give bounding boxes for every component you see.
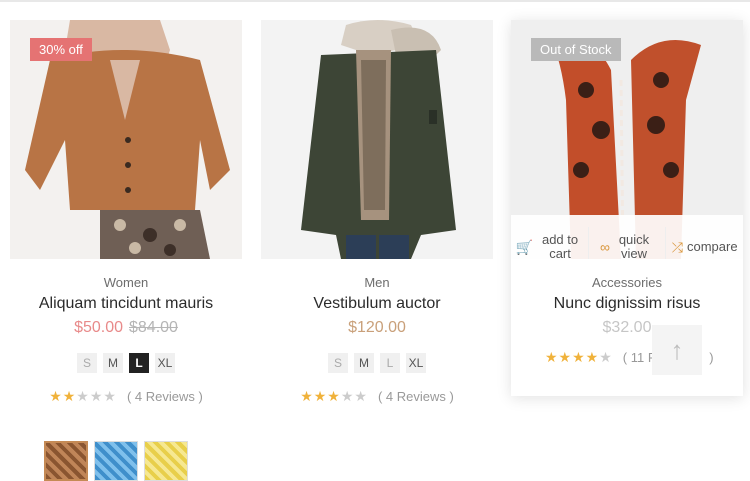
- parka-photo: [261, 20, 493, 259]
- star-rating-icon: ★★★★★: [49, 388, 117, 404]
- rating: ★★★★★ ( 11 R ): [511, 349, 743, 366]
- product-price: $32.00: [511, 319, 743, 337]
- product-price: $120.00: [261, 319, 493, 337]
- color-swatches: [44, 441, 188, 481]
- product-card[interactable]: 30% off Women Aliquam tincidunt mauris $…: [10, 20, 242, 405]
- product-category[interactable]: Women: [10, 275, 242, 290]
- old-price: $84.00: [129, 319, 178, 336]
- size-options: S M L XL: [261, 353, 493, 373]
- size-option-xl[interactable]: XL: [406, 353, 426, 373]
- product-card[interactable]: Out of Stock 🛒 add to cart ∞ quick view …: [511, 20, 743, 396]
- discount-badge: 30% off: [30, 38, 92, 61]
- product-category[interactable]: Men: [261, 275, 493, 290]
- review-count[interactable]: ( 4 Reviews ): [378, 389, 454, 404]
- swatch-brown[interactable]: [44, 441, 88, 481]
- sale-price: $50.00: [74, 319, 123, 336]
- compare-label: compare: [686, 239, 738, 254]
- rating: ★★★★★ ( 4 Reviews ): [261, 388, 493, 405]
- quick-view-button[interactable]: ∞ quick view: [589, 227, 667, 259]
- product-name[interactable]: Nunc dignissim risus: [511, 294, 743, 314]
- compare-button[interactable]: ⤮ compare: [666, 227, 743, 259]
- review-count-tail: ): [709, 350, 714, 365]
- size-options: S M L XL: [10, 353, 242, 373]
- shuffle-icon: ⤮: [671, 239, 683, 255]
- size-option-m[interactable]: M: [103, 353, 123, 373]
- price: $32.00: [602, 319, 652, 336]
- star-rating-icon: ★★★★★: [545, 349, 613, 365]
- product-category[interactable]: Accessories: [511, 275, 743, 290]
- size-option-l[interactable]: L: [129, 353, 149, 373]
- product-image[interactable]: 30% off: [10, 20, 242, 259]
- scroll-to-top-button[interactable]: ↑: [652, 325, 702, 375]
- price: $120.00: [348, 319, 406, 336]
- product-price: $50.00 $84.00: [10, 319, 242, 337]
- rating: ★★★★★ ( 4 Reviews ): [10, 388, 242, 405]
- size-option-l[interactable]: L: [380, 353, 400, 373]
- size-option-xl[interactable]: XL: [155, 353, 175, 373]
- swatch-blue[interactable]: [94, 441, 138, 481]
- star-rating-icon: ★★★★★: [300, 388, 368, 404]
- product-name[interactable]: Vestibulum auctor: [261, 294, 493, 314]
- cart-icon: 🛒: [515, 239, 534, 255]
- product-name[interactable]: Aliquam tincidunt mauris: [10, 294, 242, 314]
- size-option-s[interactable]: S: [328, 353, 348, 373]
- swatch-yellow[interactable]: [144, 441, 188, 481]
- product-image[interactable]: [261, 20, 493, 259]
- quick-view-label: quick view: [618, 232, 650, 260]
- eye-icon: ∞: [600, 239, 610, 255]
- size-option-s[interactable]: S: [77, 353, 97, 373]
- review-count[interactable]: ( 4 Reviews ): [127, 389, 203, 404]
- product-actions: 🛒 add to cart ∞ quick view ⤮ compare: [511, 215, 743, 259]
- product-image[interactable]: Out of Stock 🛒 add to cart ∞ quick view …: [511, 20, 743, 259]
- add-to-cart-label: add to cart: [541, 232, 579, 260]
- arrow-up-icon: ↑: [670, 334, 684, 365]
- product-card[interactable]: Men Vestibulum auctor $120.00 S M L XL ★…: [261, 20, 493, 405]
- top-divider: [0, 0, 750, 2]
- size-option-m[interactable]: M: [354, 353, 374, 373]
- out-of-stock-badge: Out of Stock: [531, 38, 621, 61]
- add-to-cart-button[interactable]: 🛒 add to cart: [511, 227, 589, 259]
